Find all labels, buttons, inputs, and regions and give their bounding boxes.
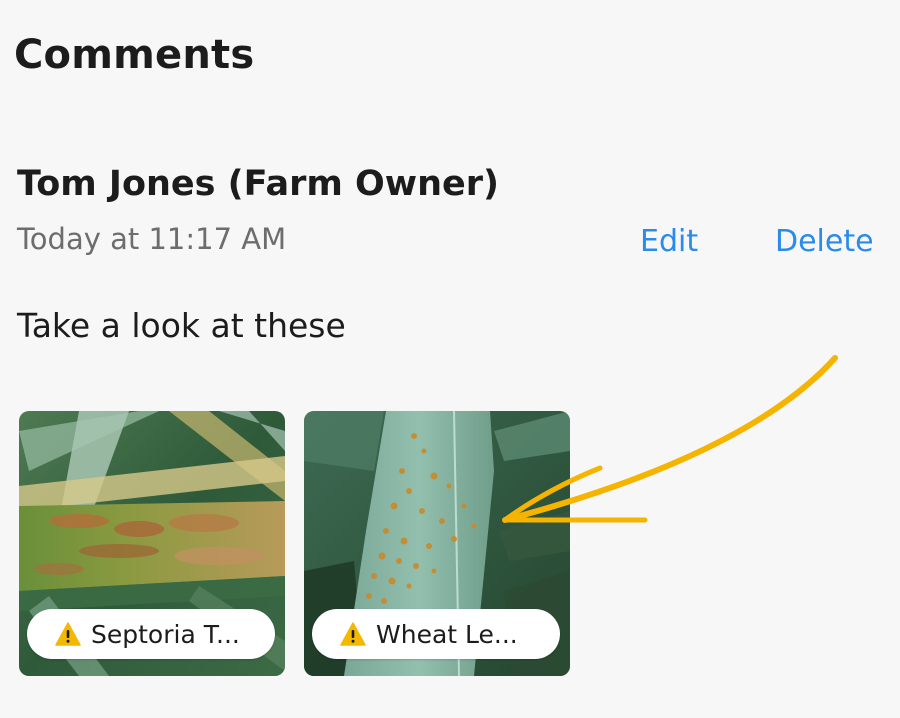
attachment-thumbnail-septoria[interactable]: Septoria T... xyxy=(19,411,285,676)
section-title: Comments xyxy=(14,32,255,78)
attachment-chip: Wheat Le... xyxy=(312,609,560,659)
edit-button[interactable]: Edit xyxy=(640,224,698,259)
attachment-thumbnail-wheat-leaf[interactable]: Wheat Le... xyxy=(304,411,570,676)
comment-author: Tom Jones (Farm Owner) xyxy=(17,164,500,204)
attachment-chip: Septoria T... xyxy=(27,609,275,659)
warning-icon xyxy=(340,622,366,646)
warning-icon xyxy=(55,622,81,646)
comment-timestamp: Today at 11:17 AM xyxy=(17,222,287,256)
attachment-label: Septoria T... xyxy=(91,619,240,649)
delete-button[interactable]: Delete xyxy=(775,224,874,259)
comment-text: Take a look at these xyxy=(17,306,346,345)
attachment-label: Wheat Le... xyxy=(376,619,518,649)
